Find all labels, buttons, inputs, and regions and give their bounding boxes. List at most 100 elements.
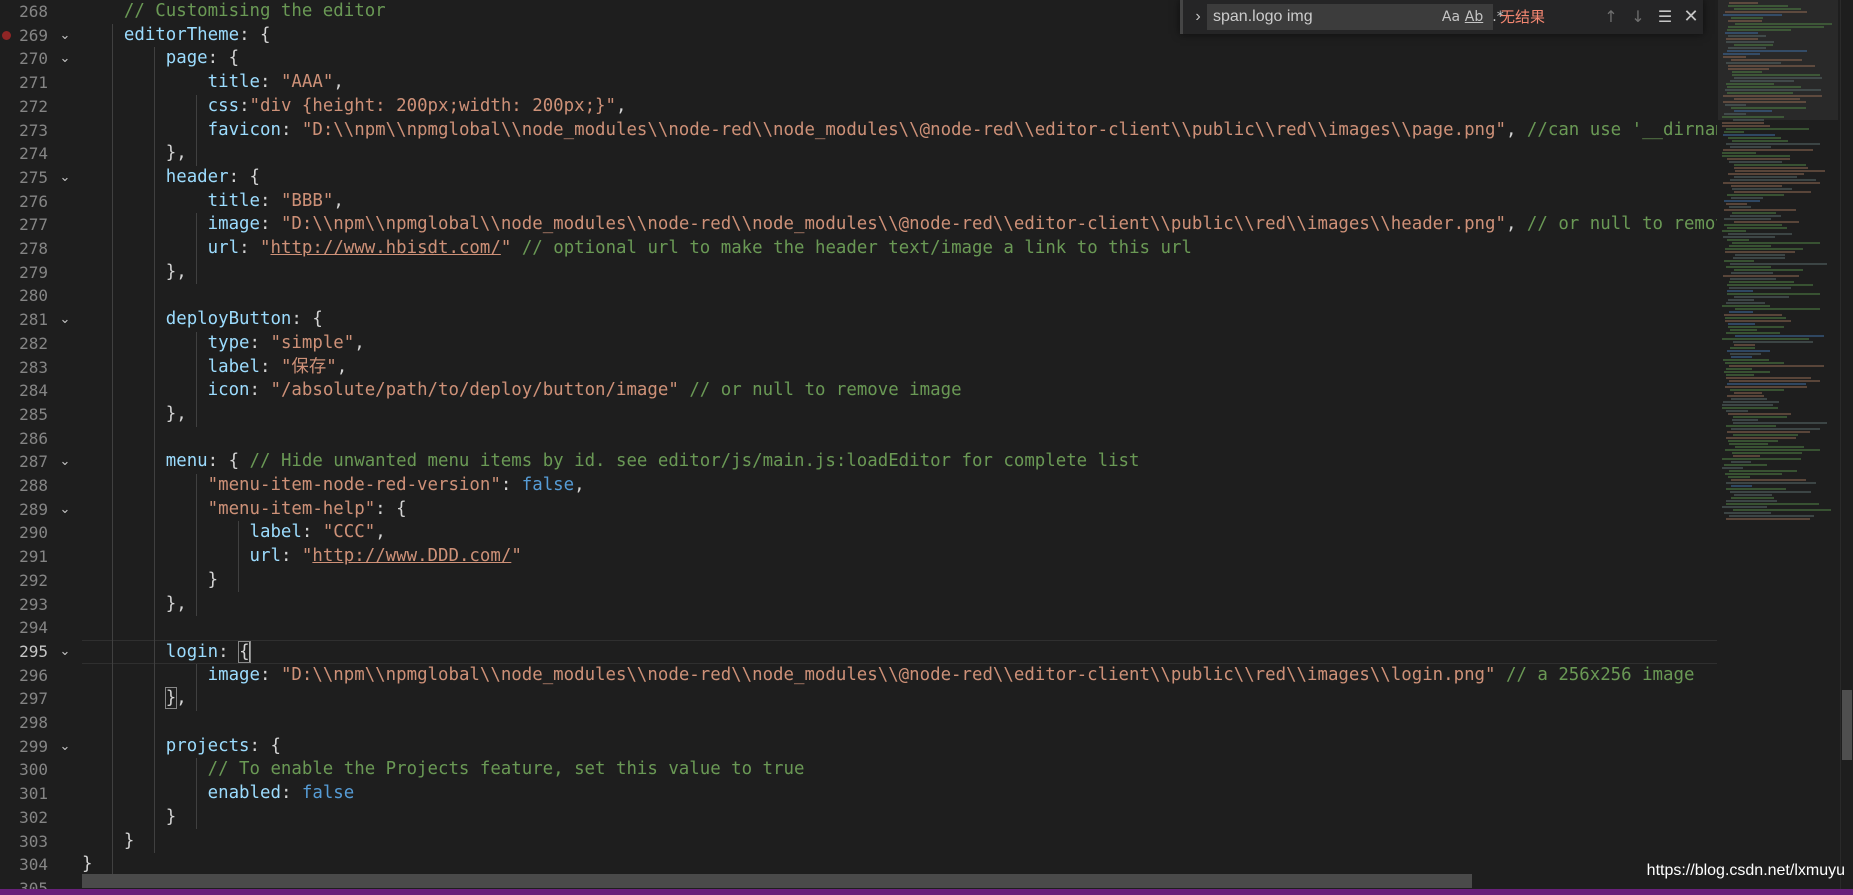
line-number: 282 <box>19 333 48 353</box>
code-line[interactable]: favicon: "D:\\npm\\npmglobal\\node_modul… <box>82 119 1717 143</box>
minimap-line <box>1726 62 1781 64</box>
minimap-line <box>1731 107 1806 109</box>
code-line[interactable]: type: "simple", <box>82 332 1717 356</box>
line-number: 276 <box>19 191 48 211</box>
chevron-down-icon[interactable]: ⌄ <box>56 640 74 664</box>
minimap-line <box>1726 410 1748 412</box>
minimap-line <box>1735 308 1820 310</box>
code-line[interactable]: "menu-item-help": { <box>82 498 1717 522</box>
minimap-line <box>1731 428 1820 430</box>
code-line[interactable]: login: { <box>82 639 1717 664</box>
line-gutter[interactable]: 268 269 ⌄ 270 ⌄ 271 272 273 274 275 ⌄ 276 277 278 279 2… <box>0 0 80 895</box>
vertical-scrollbar-thumb[interactable] <box>1842 690 1852 760</box>
minimap-line <box>1723 275 1799 277</box>
line-number: 283 <box>19 357 48 377</box>
code-line[interactable]: page: { <box>82 47 1717 71</box>
code-token: , <box>1505 119 1527 140</box>
code-token: "保存" <box>280 356 337 377</box>
code-line[interactable]: } <box>82 569 1717 593</box>
whole-word-toggle[interactable]: Ab <box>1464 6 1484 28</box>
horizontal-scrollbar-thumb[interactable] <box>82 874 1472 888</box>
code-token: type <box>82 332 250 353</box>
code-line[interactable]: deployButton: { <box>82 308 1717 332</box>
code-token: } <box>164 687 178 710</box>
code-line[interactable]: label: "CCC", <box>82 521 1717 545</box>
chevron-down-icon[interactable]: ⌄ <box>56 450 74 474</box>
chevron-down-icon[interactable]: ⌄ <box>56 498 74 522</box>
code-line[interactable] <box>82 427 1717 451</box>
chevron-down-icon[interactable]: ⌄ <box>56 47 74 71</box>
minimap-line <box>1727 194 1784 196</box>
match-case-toggle[interactable]: Aa <box>1441 6 1461 28</box>
code-token: //can use '__dirname + "\\img\\fa <box>1526 119 1717 140</box>
code-token: title <box>82 190 260 211</box>
minimap-line <box>1724 131 1744 133</box>
code-line[interactable]: url: "http://www.hbisdt.com/" // optiona… <box>82 237 1717 261</box>
chevron-down-icon[interactable]: ⌄ <box>56 735 74 759</box>
code-line[interactable] <box>82 711 1717 735</box>
code-line[interactable]: enabled: false <box>82 782 1717 806</box>
code-line[interactable]: header: { <box>82 166 1717 190</box>
breakpoint-dot-icon[interactable] <box>2 30 11 40</box>
chevron-down-icon[interactable]: ⌄ <box>56 166 74 190</box>
line-number: 270 <box>19 49 48 69</box>
minimap-line <box>1723 95 1822 97</box>
code-line[interactable]: }, <box>82 142 1717 166</box>
code-line[interactable]: url: "http://www.DDD.com/" <box>82 545 1717 569</box>
code-line[interactable]: } <box>82 830 1717 854</box>
minimap-line <box>1726 203 1747 205</box>
arrow-down-icon[interactable]: ↓ <box>1626 5 1650 29</box>
code-line[interactable]: image: "D:\\npm\\npmglobal\\node_modules… <box>82 664 1717 688</box>
minimap-line <box>1722 338 1809 340</box>
code-editor[interactable]: 268 269 ⌄ 270 ⌄ 271 272 273 274 275 ⌄ 276 277 278 279 2… <box>0 0 1853 895</box>
code-line[interactable]: // To enable the Projects feature, set t… <box>82 758 1717 782</box>
minimap-line <box>1734 77 1822 79</box>
code-token: login <box>82 641 219 662</box>
minimap-line <box>1734 8 1801 10</box>
code-token: , <box>375 522 386 543</box>
code-line[interactable]: }, <box>82 687 1717 711</box>
code-line[interactable]: }, <box>82 593 1717 617</box>
minimap-line <box>1722 305 1770 307</box>
minimap-line <box>1733 422 1827 424</box>
minimap-line <box>1734 494 1772 496</box>
minimap-line <box>1735 446 1804 448</box>
minimap-line <box>1725 473 1782 475</box>
minimap-line <box>1722 404 1773 406</box>
code-line[interactable]: } <box>82 806 1717 830</box>
code-area[interactable]: // Customising the editor editorTheme: {… <box>82 0 1717 895</box>
chevron-down-icon[interactable]: ⌄ <box>56 24 74 48</box>
code-line[interactable] <box>82 284 1717 308</box>
close-icon[interactable]: ✕ <box>1679 5 1703 29</box>
code-line[interactable]: icon: "/absolute/path/to/deploy/button/i… <box>82 379 1717 403</box>
code-line[interactable] <box>82 616 1717 640</box>
code-line[interactable]: image: "D:\\npm\\npmglobal\\node_modules… <box>82 213 1717 237</box>
minimap-line <box>1729 515 1814 517</box>
minimap[interactable] <box>1718 0 1838 895</box>
minimap-line <box>1730 491 1811 493</box>
chevron-down-icon[interactable]: ⌄ <box>56 308 74 332</box>
arrow-up-icon[interactable]: ↑ <box>1599 5 1623 29</box>
code-token: " <box>500 238 512 258</box>
code-line[interactable]: projects: { <box>82 735 1717 759</box>
code-line[interactable]: label: "保存", <box>82 356 1717 380</box>
code-line[interactable]: title: "BBB", <box>82 190 1717 214</box>
code-token: : <box>239 238 261 258</box>
minimap-line <box>1724 371 1770 373</box>
code-line[interactable]: }, <box>82 403 1717 427</box>
chevron-right-icon[interactable]: › <box>1189 6 1207 28</box>
code-line[interactable]: menu: { // Hide unwanted menu items by i… <box>82 450 1717 474</box>
code-line[interactable]: title: "AAA", <box>82 71 1717 95</box>
selection-icon[interactable]: ☰ <box>1653 5 1677 29</box>
minimap-line <box>1726 332 1780 334</box>
code-line[interactable]: css:"div {height: 200px;width: 200px;}", <box>82 95 1717 119</box>
vertical-scrollbar[interactable] <box>1840 0 1853 895</box>
code-line[interactable]: "menu-item-node-red-version": false, <box>82 474 1717 498</box>
code-token: , <box>574 475 585 495</box>
code-token: : <box>260 190 281 211</box>
minimap-line <box>1728 233 1792 235</box>
line-number: 295 <box>19 641 48 661</box>
minimap-line <box>1727 29 1791 31</box>
indent-guide <box>196 94 197 166</box>
code-line[interactable]: }, <box>82 261 1717 285</box>
